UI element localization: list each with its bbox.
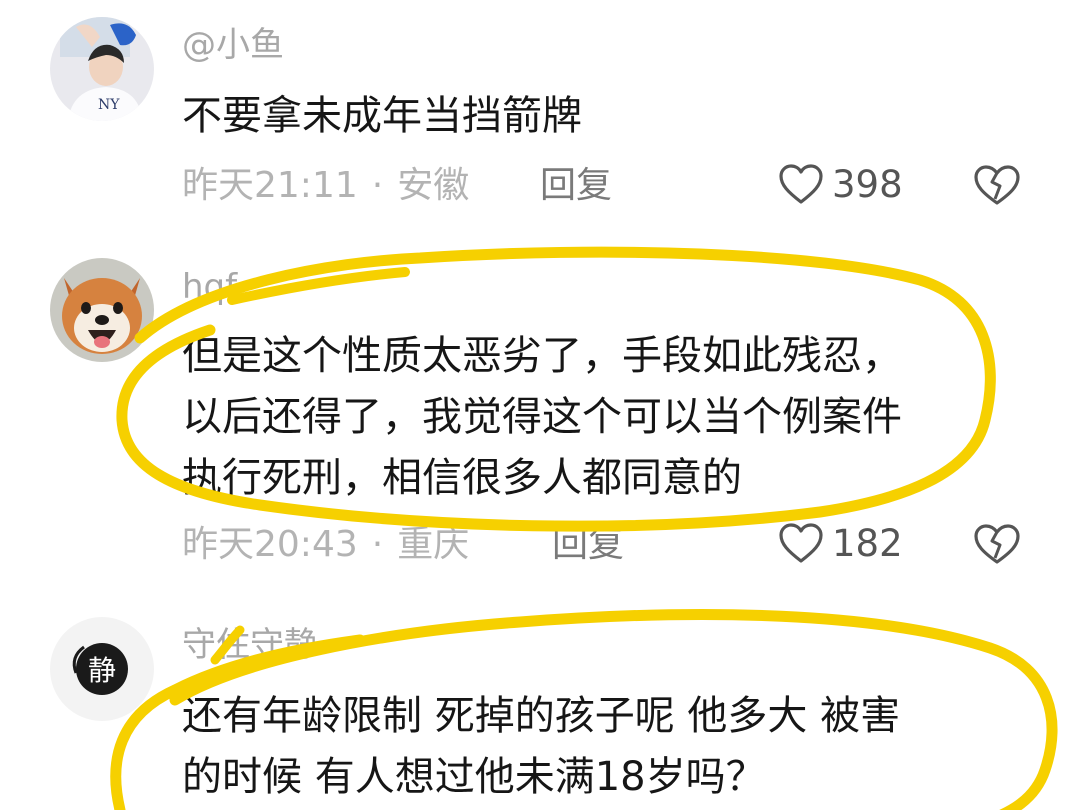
comment-text-line: 不要拿未成年当挡箭牌: [182, 93, 582, 139]
shiba-dog-photo: [50, 258, 154, 362]
comment-text-line: 以后还得了，我觉得这个可以当个例案件: [182, 394, 902, 440]
dislike-button[interactable]: [972, 163, 1022, 211]
comment-meta: 昨天20:43 · 重庆: [182, 527, 469, 563]
like-count: 398: [832, 162, 903, 206]
reply-button[interactable]: 回复: [552, 527, 624, 563]
avatar[interactable]: NY: [50, 17, 154, 121]
broken-heart-icon: [974, 165, 1020, 205]
svg-text:NY: NY: [98, 97, 120, 113]
comment-text-line: 还有年龄限制 死掉的孩子呢 他多大 被害: [182, 693, 901, 739]
username[interactable]: 守住守静: [182, 628, 318, 662]
location: 重庆: [397, 524, 470, 565]
person-photo: NY: [50, 17, 154, 121]
comment-meta: 昨天21:11 · 安徽: [182, 168, 469, 204]
jing-calligraphy-logo: 静: [50, 617, 154, 721]
highlight-stroke-1: [227, 267, 410, 305]
comment-text-line: 但是这个性质太恶劣了，手段如此残忍，: [182, 333, 902, 379]
heart-outline-icon: [779, 523, 823, 563]
comment-text: 但是这个性质太恶劣了，手段如此残忍， 以后还得了，我觉得这个可以当个例案件 执行…: [182, 326, 902, 509]
like-button[interactable]: 398: [778, 163, 903, 205]
broken-heart-icon: [974, 524, 1020, 564]
timestamp: 昨天21:11: [182, 165, 358, 206]
separator: ·: [371, 524, 384, 565]
comment-text-line: 的时候 有人想过他未满18岁吗？: [182, 754, 766, 800]
username[interactable]: hqf: [182, 270, 237, 304]
comment-text: 不要拿未成年当挡箭牌: [182, 86, 582, 147]
avatar-glyph: 静: [88, 654, 116, 687]
comment-text: 还有年龄限制 死掉的孩子呢 他多大 被害 的时候 有人想过他未满18岁吗？: [182, 686, 900, 808]
comment-text-line: 执行死刑，相信很多人都同意的: [182, 455, 742, 501]
timestamp: 昨天20:43: [182, 524, 358, 565]
separator: ·: [371, 165, 384, 206]
heart-outline-icon: [779, 164, 823, 204]
reply-button[interactable]: 回复: [540, 168, 612, 204]
avatar[interactable]: 静: [50, 617, 154, 721]
location: 安徽: [397, 165, 470, 206]
username[interactable]: @小鱼: [182, 28, 284, 62]
dislike-button[interactable]: [972, 522, 1022, 570]
avatar[interactable]: [50, 258, 154, 362]
like-count: 182: [832, 521, 903, 565]
like-button[interactable]: 182: [778, 522, 903, 564]
